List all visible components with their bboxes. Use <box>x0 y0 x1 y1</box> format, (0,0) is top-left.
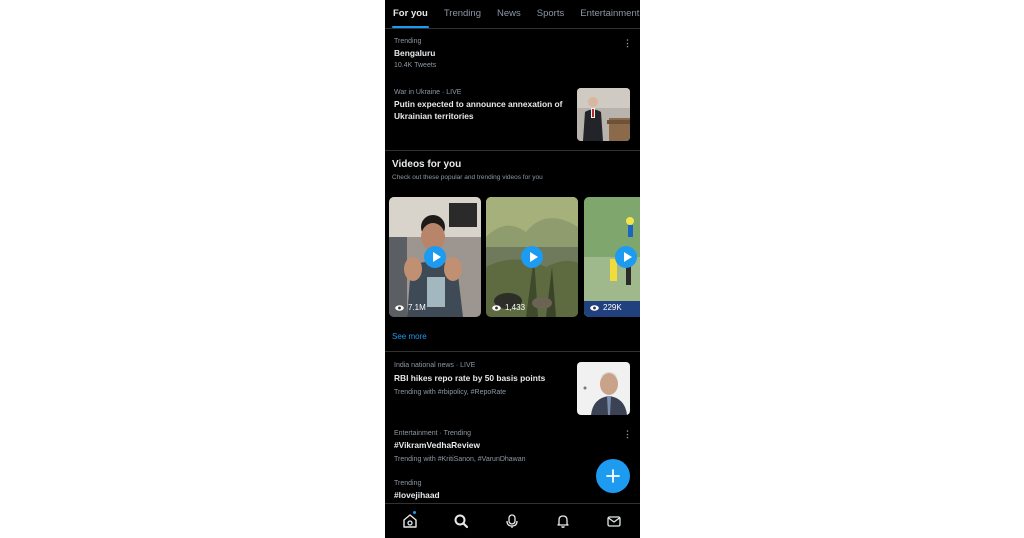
notification-dot <box>413 511 416 514</box>
section-title: Videos for you <box>392 159 462 170</box>
view-count: 7.1M <box>395 303 426 312</box>
bottom-navigation <box>385 503 640 538</box>
more-options-icon[interactable]: ⋮ <box>623 39 632 48</box>
tab-news[interactable]: News <box>489 0 529 28</box>
news-thumbnail <box>577 88 630 141</box>
section-subtitle: Check out these popular and trending vid… <box>392 174 543 181</box>
play-icon[interactable] <box>424 246 446 268</box>
video-card[interactable]: 7.1M <box>389 197 481 317</box>
compose-tweet-button[interactable] <box>596 459 630 493</box>
view-count-value: 7.1M <box>408 303 426 312</box>
home-icon[interactable] <box>402 513 418 529</box>
tab-sports[interactable]: Sports <box>529 0 572 28</box>
divider <box>385 150 640 151</box>
notifications-icon[interactable] <box>555 513 571 529</box>
trend-title: #VikramVedhaReview <box>394 440 480 450</box>
trend-context: Entertainment · Trending <box>394 430 472 437</box>
messages-icon[interactable] <box>606 513 622 529</box>
plus-icon <box>606 469 620 483</box>
play-icon[interactable] <box>521 246 543 268</box>
view-count-value: 1,433 <box>505 303 526 312</box>
see-more-link[interactable]: See more <box>392 332 427 341</box>
trend-count: 10.4K Tweets <box>394 62 437 69</box>
view-count: 229K <box>590 303 622 312</box>
trend-title: Bengaluru <box>394 48 436 58</box>
view-count-value: 229K <box>603 303 622 312</box>
tab-entertainment[interactable]: Entertainment <box>572 0 640 28</box>
news-title: RBI hikes repo rate by 50 basis points <box>394 373 546 383</box>
news-title: Putin expected to announce annexation of… <box>394 99 563 121</box>
news-context: India national news · LIVE <box>394 362 476 369</box>
eye-icon <box>492 304 501 311</box>
trend-title: #lovejihaad <box>394 490 440 500</box>
explore-screen: For you Trending News Sports Entertainme… <box>385 0 640 538</box>
news-trending-with: Trending with #rbipolicy, #RepoRate <box>394 389 507 396</box>
eye-icon <box>590 304 599 311</box>
explore-tabs: For you Trending News Sports Entertainme… <box>385 0 640 29</box>
spaces-icon[interactable] <box>504 513 520 529</box>
trend-context: Trending <box>394 38 422 45</box>
trend-trending-with: Trending with #KritiSanon, #VarunDhawan <box>394 456 526 463</box>
tab-for-you[interactable]: For you <box>385 0 436 28</box>
news-context: War in Ukraine · LIVE <box>394 89 462 96</box>
divider <box>385 351 640 352</box>
video-card[interactable]: 1,433 <box>486 197 578 317</box>
trend-context: Trending <box>394 480 422 487</box>
view-count: 1,433 <box>492 303 525 312</box>
eye-icon <box>395 304 404 311</box>
more-options-icon[interactable]: ⋮ <box>623 430 632 439</box>
tab-trending[interactable]: Trending <box>436 0 489 28</box>
video-card[interactable]: 229K <box>584 197 640 317</box>
news-thumbnail <box>577 362 630 415</box>
play-icon[interactable] <box>615 246 637 268</box>
search-icon[interactable] <box>453 513 469 529</box>
